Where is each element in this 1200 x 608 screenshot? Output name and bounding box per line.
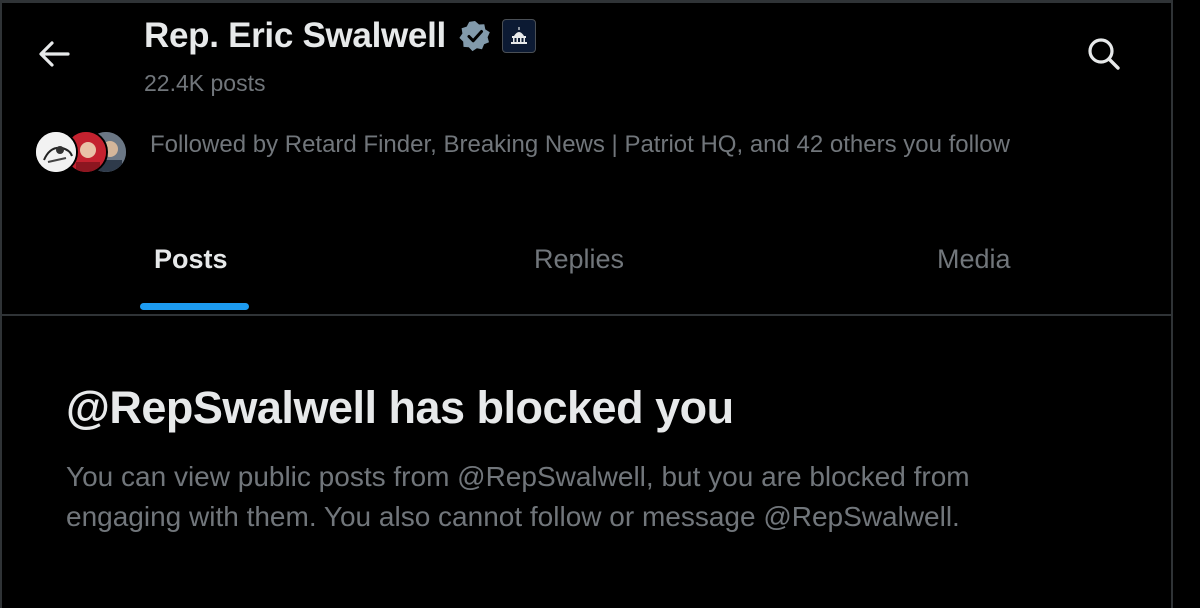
verified-badge-icon [459, 21, 490, 52]
follower-avatars[interactable] [34, 128, 130, 178]
back-button[interactable] [36, 38, 72, 70]
avatar [34, 130, 78, 174]
capitol-building-icon [501, 19, 536, 53]
right-gutter [1173, 0, 1200, 608]
arrow-left-icon [39, 41, 70, 67]
blocked-message: You can view public posts from @RepSwalw… [66, 461, 970, 532]
blocked-title: @RepSwalwell has blocked you [66, 382, 734, 433]
display-name: Rep. Eric Swalwell [144, 16, 446, 55]
followers-you-know[interactable] [34, 128, 130, 178]
active-tab-indicator [140, 303, 249, 310]
followed-by-text[interactable]: Followed by Retard Finder, Breaking News… [150, 131, 1010, 159]
profile-header-title: Rep. Eric Swalwell [144, 16, 536, 56]
post-count: 22.4K posts [144, 70, 266, 96]
tab-replies[interactable]: Replies [534, 244, 624, 275]
profile-tabs: Posts Replies Media [2, 222, 1171, 316]
search-icon [1088, 38, 1120, 70]
tab-posts[interactable]: Posts [154, 244, 228, 275]
search-button[interactable] [1084, 34, 1124, 74]
tab-media[interactable]: Media [937, 244, 1011, 275]
